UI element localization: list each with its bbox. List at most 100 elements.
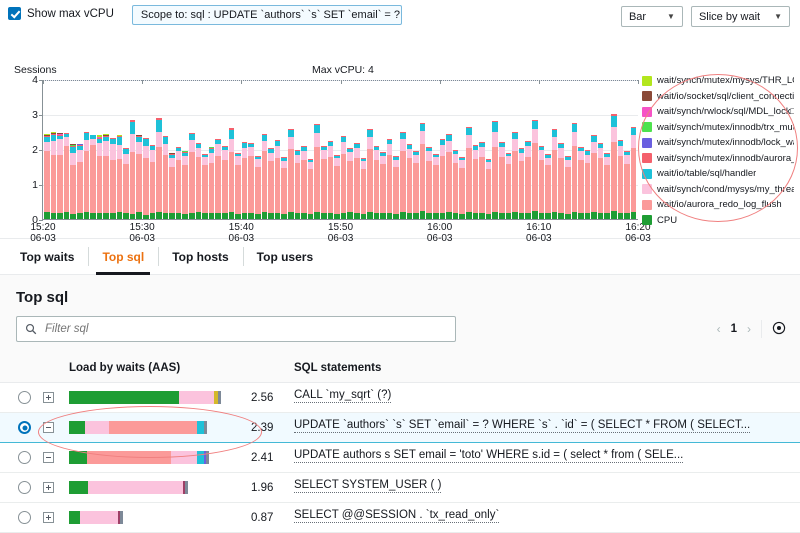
chart-bar[interactable] [222, 146, 228, 219]
chart-bar[interactable] [604, 153, 610, 219]
chart-bar[interactable] [275, 140, 281, 219]
chart-bar[interactable] [255, 156, 261, 219]
tab-top-sql[interactable]: Top sql [88, 239, 158, 274]
collapse-icon[interactable] [43, 422, 54, 433]
chart-bar[interactable] [591, 135, 597, 219]
chart-type-select[interactable]: Bar ▼ [621, 6, 683, 27]
chart-bar[interactable] [308, 159, 314, 219]
chart-bar[interactable] [150, 145, 156, 219]
chart-bar[interactable] [506, 153, 512, 219]
legend-item[interactable]: CPU [642, 214, 794, 228]
chart-bar[interactable] [163, 136, 169, 219]
chart-bar[interactable] [512, 132, 518, 219]
sql-statement-link[interactable]: SELECT @@SESSION . `tx_read_only` [294, 509, 499, 523]
chart-bar[interactable] [90, 135, 96, 219]
prev-page-button[interactable]: ‹ [717, 322, 721, 336]
chart-bar[interactable] [70, 144, 76, 219]
chart-bar[interactable] [380, 152, 386, 219]
checkbox-icon[interactable] [8, 7, 21, 20]
chart-bar[interactable] [130, 120, 136, 219]
chart-bar[interactable] [420, 123, 426, 219]
show-max-vcpu-checkbox[interactable]: Show max vCPU [8, 7, 114, 20]
chart-bar[interactable] [631, 127, 637, 219]
chart-bar[interactable] [367, 129, 373, 219]
chart-bar[interactable] [407, 144, 413, 219]
chart-bar[interactable] [57, 133, 63, 219]
expand-icon[interactable] [43, 512, 54, 523]
tab-top-hosts[interactable]: Top hosts [158, 239, 242, 274]
legend-item[interactable]: wait/io/aurora_redo_log_flush [642, 198, 794, 212]
chart-bar[interactable] [196, 143, 202, 219]
table-row[interactable]: 2.56CALL `my_sqrt` (?) [0, 383, 800, 413]
chart-bar[interactable] [545, 154, 551, 219]
chart-bar[interactable] [413, 151, 419, 219]
chart-bar[interactable] [288, 129, 294, 219]
sql-statement-link[interactable]: SELECT SYSTEM_USER ( ) [294, 479, 441, 493]
legend-item[interactable]: wait/synch/cond/mysys/my_thread_var [642, 183, 794, 197]
chart-bar[interactable] [387, 139, 393, 219]
chart-bar[interactable] [453, 150, 459, 219]
chart-bar[interactable] [525, 141, 531, 219]
chart-bar[interactable] [459, 157, 465, 219]
chart-bar[interactable] [189, 133, 195, 219]
legend-item[interactable]: wait/synch/mutex/innodb/lock_wait_m [642, 136, 794, 150]
stacked-bars[interactable] [43, 80, 638, 219]
legend-item[interactable]: wait/io/socket/sql/client_connectio [642, 90, 794, 104]
scope-filter-chip[interactable]: Scope to: sql : UPDATE `authors` `s` SET… [132, 5, 402, 25]
chart-bar[interactable] [374, 146, 380, 219]
chart-bar[interactable] [624, 151, 630, 219]
chart-bar[interactable] [446, 134, 452, 219]
chart-bar[interactable] [585, 150, 591, 219]
settings-gear-button[interactable] [772, 321, 786, 338]
chart-bar[interactable] [103, 134, 109, 219]
chart-bar[interactable] [176, 147, 182, 219]
chart-bar[interactable] [565, 156, 571, 219]
chart-bar[interactable] [202, 154, 208, 219]
chart-bar[interactable] [84, 132, 90, 219]
chart-bar[interactable] [492, 121, 498, 219]
chart-bar[interactable] [262, 134, 268, 219]
chart-bar[interactable] [229, 128, 235, 219]
chart-bar[interactable] [539, 146, 545, 219]
chart-bar[interactable] [295, 150, 301, 219]
row-radio-button[interactable] [18, 391, 31, 404]
chart-bar[interactable] [433, 154, 439, 219]
chart-bar[interactable] [328, 141, 334, 219]
legend-item[interactable]: wait/io/table/sql/handler [642, 167, 794, 181]
chart-bar[interactable] [215, 139, 221, 219]
chart-bar[interactable] [552, 129, 558, 219]
chart-bar[interactable] [334, 155, 340, 219]
chart-bar[interactable] [618, 140, 624, 219]
chart-bar[interactable] [578, 147, 584, 219]
chart-bar[interactable] [143, 138, 149, 219]
table-row[interactable]: 2.39UPDATE `authors` `s` SET `email` = ?… [0, 413, 800, 443]
search-box[interactable] [16, 316, 456, 342]
chart-bar[interactable] [486, 159, 492, 219]
row-radio-button[interactable] [18, 421, 31, 434]
sql-statement-link[interactable]: UPDATE `authors` `s` SET `email` = ? WHE… [294, 419, 750, 433]
expand-icon[interactable] [43, 392, 54, 403]
chart-bar[interactable] [77, 144, 83, 219]
chart-bar[interactable] [519, 148, 525, 219]
chart-bar[interactable] [44, 134, 50, 219]
next-page-button[interactable]: › [747, 322, 751, 336]
sql-statement-link[interactable]: UPDATE authors s SET email = 'toto' WHER… [294, 449, 683, 463]
chart-bar[interactable] [611, 114, 617, 219]
chart-bar[interactable] [499, 142, 505, 219]
chart-bar[interactable] [156, 118, 162, 219]
chart-bar[interactable] [440, 139, 446, 219]
chart-bar[interactable] [248, 143, 254, 219]
chart-bar[interactable] [136, 135, 142, 219]
chart-bar[interactable] [347, 148, 353, 219]
chart-bar[interactable] [123, 148, 129, 219]
chart-bar[interactable] [97, 135, 103, 219]
chart-bar[interactable] [426, 147, 432, 219]
collapse-icon[interactable] [43, 452, 54, 463]
chart-bar[interactable] [281, 157, 287, 219]
chart-bar[interactable] [110, 138, 116, 219]
chart-bar[interactable] [400, 132, 406, 219]
chart-bar[interactable] [341, 136, 347, 219]
chart-bar[interactable] [268, 148, 274, 219]
row-radio-button[interactable] [18, 451, 31, 464]
row-radio-button[interactable] [18, 511, 31, 524]
